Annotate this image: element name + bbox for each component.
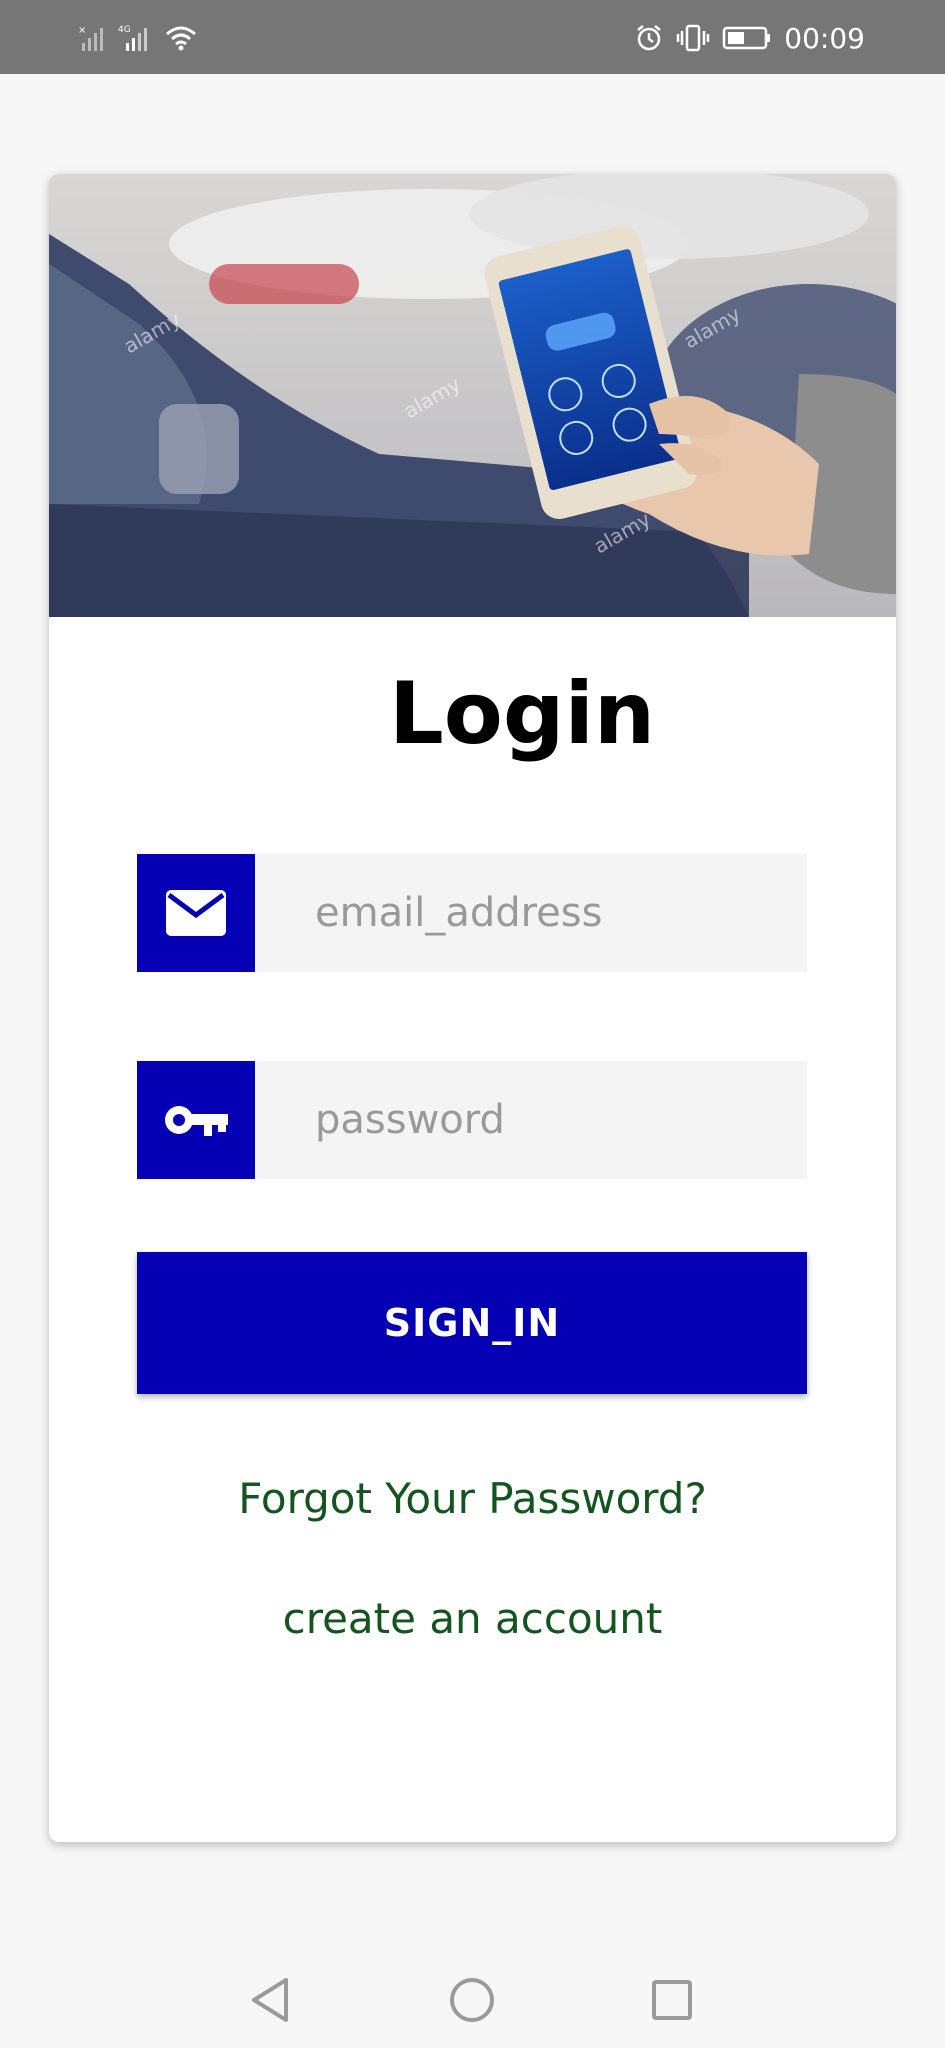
- envelope-icon: [137, 854, 255, 972]
- network-label: 4G: [118, 25, 131, 35]
- status-left: × 4G: [78, 18, 198, 58]
- navigation-bar: [0, 1940, 945, 2048]
- key-icon: [137, 1061, 255, 1179]
- password-input[interactable]: [255, 1061, 816, 1179]
- signal-4g-icon: 4G: [118, 23, 154, 53]
- sign-in-button[interactable]: SIGN_IN: [137, 1252, 807, 1394]
- login-card: alamy alamy alamy alamy Login SIG: [49, 174, 896, 1842]
- forgot-password-link[interactable]: Forgot Your Password?: [49, 1474, 896, 1523]
- alarm-icon: [634, 23, 664, 53]
- recents-icon[interactable]: [642, 1970, 702, 2030]
- email-input[interactable]: [255, 854, 816, 972]
- battery-icon: [722, 23, 772, 53]
- status-right: 00:09: [634, 18, 865, 58]
- password-field-row: [137, 1061, 816, 1179]
- no-sim-signal-icon: ×: [78, 23, 108, 53]
- svg-text:×: ×: [78, 25, 86, 36]
- email-field-row: [137, 854, 816, 972]
- home-icon[interactable]: [442, 1970, 502, 2030]
- back-icon[interactable]: [240, 1970, 300, 2030]
- wifi-icon: [164, 23, 198, 53]
- create-account-link[interactable]: create an account: [49, 1594, 896, 1643]
- clock-time: 00:09: [784, 21, 865, 55]
- status-bar: × 4G 00:09: [0, 0, 945, 74]
- hero-image: alamy alamy alamy alamy: [49, 174, 896, 617]
- vibrate-icon: [676, 23, 710, 53]
- page-title: Login: [389, 664, 656, 764]
